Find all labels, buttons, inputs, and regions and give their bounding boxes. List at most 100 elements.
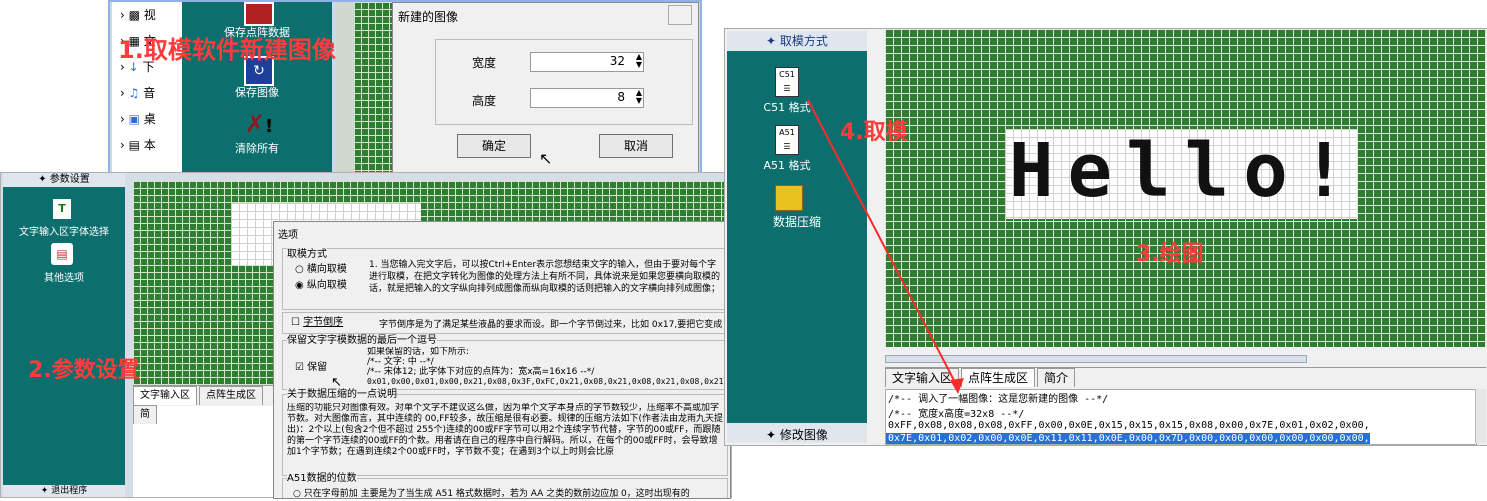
save-image-label: 保存图像	[235, 86, 279, 99]
font-select-button[interactable]: T 文字输入区字体选择	[3, 197, 125, 238]
byte-reverse-label: 字节倒序	[303, 317, 344, 328]
scan-mode-group: 取模方式 ○ 横向取模 ◉ 纵向取模 1. 当您输入完文字后，可以按Ctrl+E…	[282, 248, 728, 310]
radio-horizontal-label: 横向取模	[306, 264, 347, 275]
height-value: 8	[617, 90, 625, 104]
scan-sidebar-body: C51 ☰ C51 格式 A51 ☰ A51 格式 数据压缩	[727, 51, 867, 423]
compress-description: 压缩的功能只对图像有效。对单个文字不建议这么做，因为单个文字本身点的字节数较少，…	[287, 403, 724, 457]
radio-vertical[interactable]: ◉ 纵向取模	[295, 279, 347, 292]
width-spinner-icon[interactable]: ▲ ▼	[636, 53, 642, 69]
a51-legend: A51数据的位数	[287, 472, 357, 485]
exit-label: 退出程序	[51, 486, 88, 496]
param-tab-area: 文字输入区 点阵生成区简	[133, 385, 283, 497]
tree-item[interactable]: › ▤ 本	[120, 132, 180, 158]
tree-item[interactable]: › ♫ 音	[120, 80, 180, 106]
keep-desc-line: 如果保留的话，如下所示:	[367, 347, 470, 357]
byte-reverse-group: ☐ 字节倒序 字节倒序是为了满足某些液晶的要求而设。即一个字节倒过来，比如 0x…	[282, 312, 728, 334]
clear-all-button[interactable]: ✗! 清除所有	[212, 110, 302, 160]
tab-dot-matrix-2[interactable]: 点阵生成区	[961, 368, 1036, 387]
scan-mode-description: 1. 当您输入完文字后，可以按Ctrl+Enter表示您想结束文字的输入，但由于…	[369, 260, 721, 294]
new-image-dialog: 新建的图像 宽度 32 ▲ ▼ 高度 8 ▲ ▼ 确定 ↖ 取消	[392, 2, 699, 176]
dialog-title: 新建的图像	[398, 10, 459, 24]
tab-text-input-2[interactable]: 文字输入区	[885, 368, 960, 387]
step2-caption: 2.参数设置	[28, 358, 140, 383]
c51-format-icon: C51 ☰	[775, 67, 799, 97]
output-line-selected: 0x7E,0x01,0x02,0x00,0x0E,0x11,0x11,0x0E,…	[886, 433, 1370, 444]
output-scrollbar[interactable]	[1475, 389, 1486, 443]
tree-item[interactable]: › ▣ 桌	[120, 106, 180, 132]
c51-format-label: C51 格式	[763, 101, 811, 114]
save-dot-data-icon	[244, 2, 274, 26]
dialog-body: 宽度 32 ▲ ▼ 高度 8 ▲ ▼	[435, 39, 693, 125]
radio-horizontal[interactable]: ○ 横向取模	[295, 263, 347, 276]
mouse-cursor-icon: ↖	[539, 149, 553, 168]
tab-dot-matrix[interactable]: 点阵生成区	[199, 386, 263, 405]
file-tree: › ▩ 视 › ▦ 文 › ↓ 下 › ♫ 音 › ▣ 桌 › ▤ 本	[112, 2, 182, 178]
tab-text-input[interactable]: 文字输入区	[133, 386, 197, 405]
other-options-label: 其他选项	[44, 273, 84, 284]
data-compress-icon	[775, 185, 803, 211]
tab-intro-2[interactable]: 简介	[1037, 368, 1076, 387]
scroll-splitter[interactable]	[885, 355, 1307, 363]
keep-comma-legend: 保留文字字模数据的最后一个逗号	[287, 334, 437, 347]
font-select-label: 文字输入区字体选择	[19, 227, 109, 238]
a51-format-label: A51 格式	[763, 159, 811, 172]
compress-legend: 关于数据压缩的一点说明	[287, 388, 397, 401]
byte-reverse-checkbox[interactable]: ☐ 字节倒序	[291, 316, 343, 329]
canvas-strip	[336, 2, 394, 178]
edit-image-button[interactable]: ✦ 修改图像	[727, 427, 867, 443]
height-field[interactable]: 8 ▲ ▼	[530, 88, 644, 108]
a51-group: A51数据的位数 ○ 只在字母前加 主要是为了当生成 A51 格式数据时，若为 …	[282, 472, 728, 499]
hello-text: Hello!	[1009, 128, 1361, 214]
exit-button[interactable]: ✦ 退出程序	[3, 485, 125, 497]
data-compress-button[interactable]: 数据压缩	[747, 185, 847, 235]
keep-description: 如果保留的话，如下所示: /*-- 文字: 中 --*/ /*-- 宋体12; …	[367, 347, 725, 387]
options-title: 选项	[278, 230, 298, 241]
c51-format-button[interactable]: C51 ☰ C51 格式	[747, 67, 847, 117]
param-sidebar: ✦ 参数设置 T 文字输入区字体选择 ▤ 其他选项 ✦ 退出程序	[3, 173, 125, 497]
height-label: 高度	[472, 94, 497, 108]
output-tab-bar: 文字输入区 点阵生成区 简介	[885, 367, 1486, 388]
radio-vertical-label: 纵向取模	[306, 280, 347, 291]
output-line: /*-- 宽度x高度=32x8 --*/	[888, 409, 1025, 420]
width-label: 宽度	[472, 56, 497, 70]
step1-caption: 1.取模软件新建图像	[118, 36, 336, 64]
scan-sidebar: ✦ 取模方式 C51 ☰ C51 格式 A51 ☰ A51 格式 数据压缩 ✦ 修改…	[727, 31, 867, 443]
byte-reverse-description: 字节倒序是为了满足某些液晶的要求而设。即一个字节倒过来，比如 0x17,要把它变…	[379, 320, 723, 330]
keep-desc-line: 0x01,0x00,0x01,0x00,0x21,0x08,0x3F,0xFC,…	[367, 377, 725, 386]
clear-all-label: 清除所有	[235, 142, 279, 155]
clear-all-icon: ✗!	[244, 110, 274, 138]
step34-screenshot: ✦ 取模方式 C51 ☰ C51 格式 A51 ☰ A51 格式 数据压缩 ✦ 修改…	[724, 28, 1487, 446]
height-spinner-icon[interactable]: ▲ ▼	[636, 89, 642, 105]
tab-intro[interactable]: 简	[133, 405, 157, 424]
options-dialog: 选项 取模方式 ○ 横向取模 ◉ 纵向取模 1. 当您输入完文字后，可以按Ctr…	[273, 221, 731, 499]
other-options-button[interactable]: ▤ 其他选项	[3, 243, 125, 284]
keep-label: 保留	[307, 362, 328, 373]
a51-format-button[interactable]: A51 ☰ A51 格式	[747, 125, 847, 175]
param-tab-bar: 文字输入区 点阵生成区简	[133, 385, 283, 424]
cancel-button[interactable]: 取消	[599, 134, 673, 158]
width-field[interactable]: 32 ▲ ▼	[530, 52, 644, 72]
ok-button[interactable]: 确定	[457, 134, 531, 158]
data-compress-label: 数据压缩	[772, 215, 821, 229]
param-sidebar-title: 参数设置	[49, 174, 90, 185]
param-sidebar-header: ✦ 参数设置	[3, 173, 125, 187]
compress-group: 关于数据压缩的一点说明 压缩的功能只对图像有效。对单个文字不建议这么做，因为单个…	[282, 388, 728, 476]
step2-screenshot: ✦ 参数设置 T 文字输入区字体选择 ▤ 其他选项 ✦ 退出程序 文字输入区 点阵…	[0, 172, 732, 499]
tree-list: › ▩ 视 › ▦ 文 › ↓ 下 › ♫ 音 › ▣ 桌 › ▤ 本	[120, 2, 180, 158]
output-text-area[interactable]: /*-- 调入了一幅图像：这是您新建的图像 --*/ /*-- 宽度x高度=32…	[885, 389, 1477, 445]
width-value: 32	[609, 54, 625, 68]
output-line: 0xFF,0x08,0x08,0x08,0xFF,0x00,0x0E,0x15,…	[888, 420, 1370, 431]
scan-mode-legend: 取模方式	[287, 248, 327, 261]
scan-sidebar-header: ✦ 取模方式	[766, 34, 828, 48]
other-options-icon: ▤	[51, 243, 73, 265]
a51-description: 只在字母前加 主要是为了当生成 A51 格式数据时，若为 AA 之类的数前边应加…	[303, 489, 690, 499]
canvas-grid	[354, 2, 394, 178]
keep-checkbox[interactable]: ☑ 保留	[295, 361, 327, 374]
tree-item[interactable]: › ▩ 视	[120, 2, 180, 28]
step1-screenshot: › ▩ 视 › ▦ 文 › ↓ 下 › ♫ 音 › ▣ 桌 › ▤ 本 保存点阵…	[108, 0, 702, 182]
output-line: /*-- 调入了一幅图像：这是您新建的图像 --*/	[888, 394, 1109, 405]
keep-comma-group: 保留文字字模数据的最后一个逗号 ☑ 保留 ↖ 如果保留的话，如下所示: /*--…	[282, 334, 728, 390]
keep-desc-line: /*-- 宋体12; 此字体下对应的点阵为：宽x高=16x16 --*/	[367, 367, 595, 377]
step3-caption: 3.绘图	[1136, 242, 1204, 267]
a51-radio[interactable]: ○ 只在字母前加 主要是为了当生成 A51 格式数据时，若为 AA 之类的数前边…	[293, 486, 690, 499]
